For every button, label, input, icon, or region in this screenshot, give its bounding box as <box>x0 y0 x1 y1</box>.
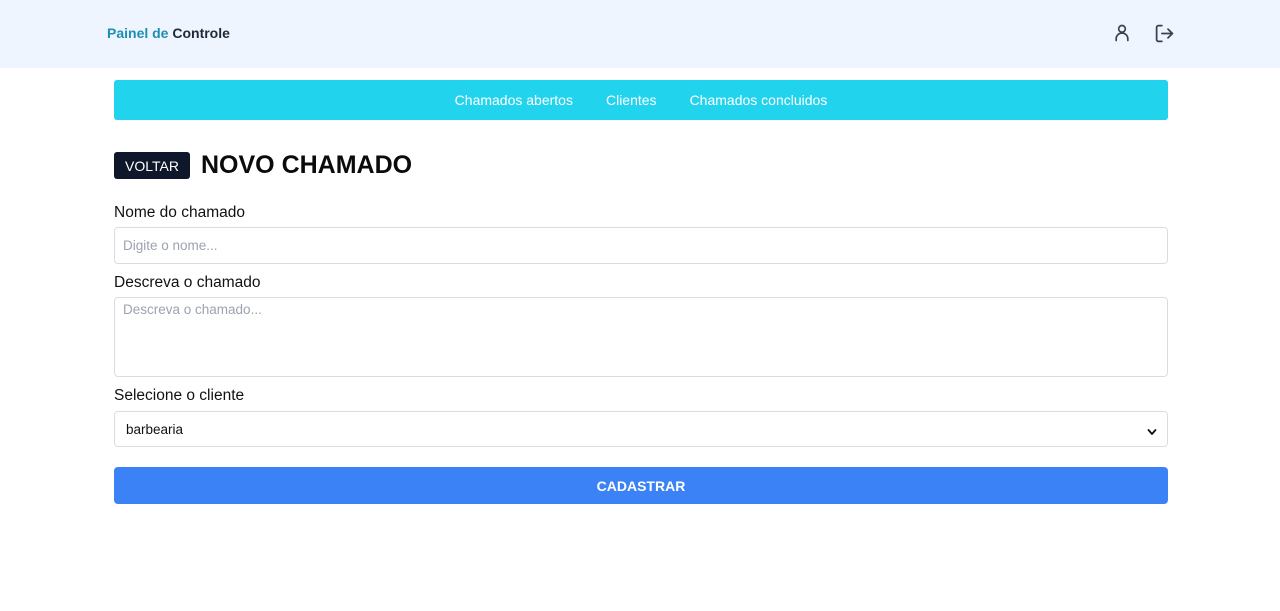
top-header: Painel de Controle <box>0 0 1280 68</box>
name-input[interactable] <box>114 227 1168 264</box>
name-label: Nome do chamado <box>114 204 245 221</box>
brand-part1: Painel de <box>107 25 169 41</box>
brand-logo[interactable]: Painel de Controle <box>107 25 230 41</box>
chevron-down-icon <box>1147 425 1157 440</box>
page-title: NOVO CHAMADO <box>201 151 413 179</box>
client-select[interactable]: barbearia <box>114 411 1168 447</box>
logout-icon[interactable] <box>1153 22 1175 44</box>
description-label: Descreva o chamado <box>114 274 261 291</box>
client-select-value: barbearia <box>126 421 184 437</box>
main-nav: Chamados abertos Clientes Chamados concl… <box>114 80 1168 120</box>
description-textarea[interactable] <box>114 297 1168 377</box>
nav-item-clientes[interactable]: Clientes <box>606 92 657 108</box>
nav-item-chamados-concluidos[interactable]: Chamados concluidos <box>690 92 828 108</box>
submit-button[interactable]: CADASTRAR <box>114 467 1168 504</box>
user-icon[interactable] <box>1111 22 1133 44</box>
brand-part2: Controle <box>172 25 230 41</box>
nav-item-chamados-abertos[interactable]: Chamados abertos <box>455 92 573 108</box>
back-button[interactable]: VOLTAR <box>114 152 190 179</box>
client-label: Selecione o cliente <box>114 387 245 404</box>
